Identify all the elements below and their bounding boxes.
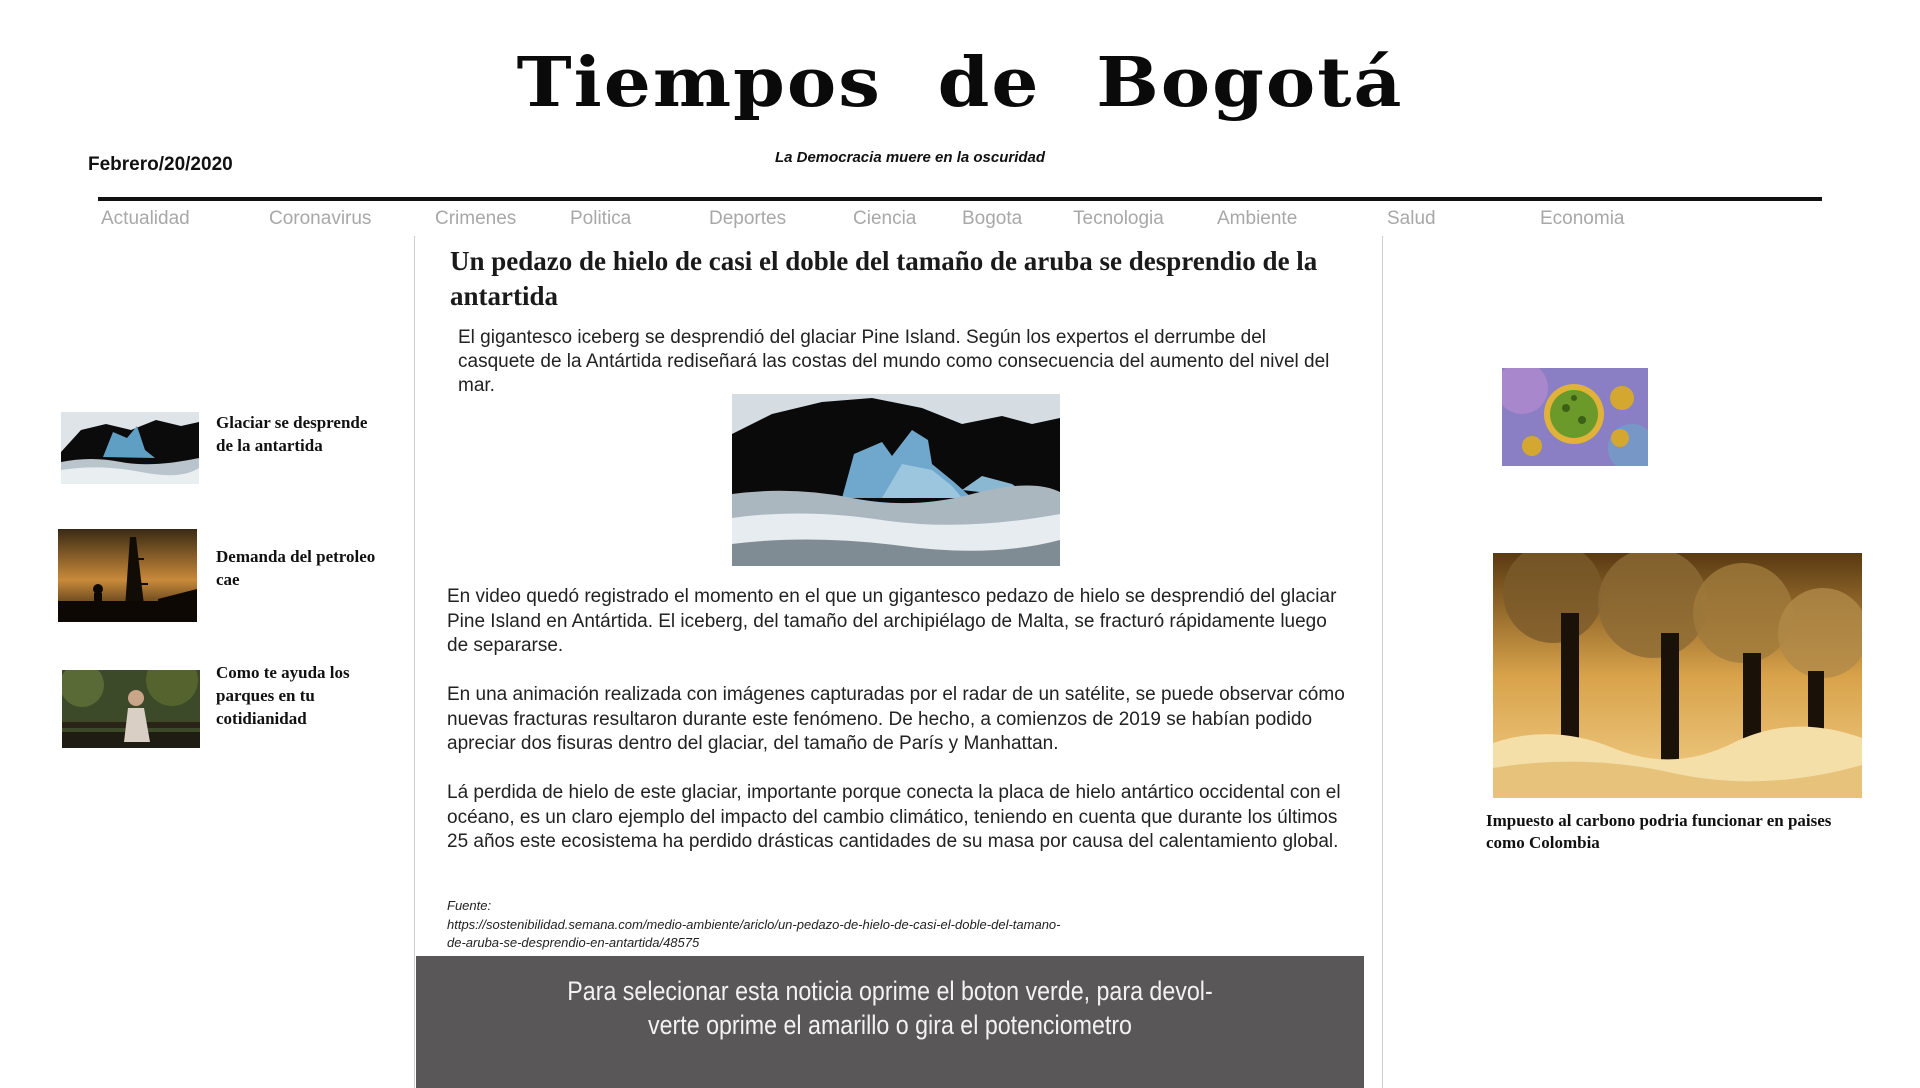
nav-actualidad[interactable]: Actualidad	[101, 208, 190, 230]
sidebar-headline-glacier[interactable]: Glaciar se desprende de la antartida	[216, 411, 376, 457]
article-lead: El gigantesco iceberg se desprendió del …	[458, 327, 1330, 396]
article-headline: Un pedazo de hielo de casi el doble del …	[450, 246, 1318, 311]
oil-rig-thumbnail[interactable]	[58, 529, 197, 622]
nav-tecnologia[interactable]: Tecnologia	[1073, 208, 1164, 230]
article-paragraph: Lá perdida de hielo de este glaciar, imp…	[447, 782, 1341, 852]
smokestacks-image[interactable]	[1493, 553, 1862, 798]
nav-politica[interactable]: Politica	[570, 208, 631, 230]
nav-ciencia[interactable]: Ciencia	[853, 208, 916, 230]
nav-crimenes[interactable]: Crimenes	[435, 208, 516, 230]
sidebar-headline-parks[interactable]: Como te ayuda los parques en tu cotidian…	[216, 661, 386, 730]
masthead-rule	[98, 197, 1822, 201]
nav-coronavirus[interactable]: Coronavirus	[269, 208, 371, 230]
source-label: Fuente:	[447, 898, 492, 913]
source-link[interactable]: https://sostenibilidad.semana.com/medio-…	[447, 916, 1067, 952]
issue-date: Febrero/20/2020	[88, 154, 233, 175]
newspaper-masthead: Tiempos de Bogotá	[516, 43, 1404, 123]
left-column-divider	[414, 236, 415, 1088]
nav-ambiente[interactable]: Ambiente	[1217, 208, 1297, 230]
instruction-line-2: verte oprime el amarillo o gira el poten…	[648, 1010, 1132, 1040]
glacier-thumbnail[interactable]	[61, 412, 199, 484]
right-column-divider	[1382, 236, 1383, 1088]
right-feature-headline[interactable]: Impuesto al carbono podria funcionar en …	[1486, 810, 1836, 854]
instruction-text: Para selecionar esta noticia oprime el b…	[482, 974, 1297, 1042]
article-paragraph: En una animación realizada con imágenes …	[447, 684, 1345, 754]
nav-bogota[interactable]: Bogota	[962, 208, 1022, 230]
article-paragraph: En video quedó registrado el momento en …	[447, 586, 1337, 656]
instruction-line-1: Para selecionar esta noticia oprime el b…	[567, 976, 1213, 1006]
instruction-banner: Para selecionar esta noticia oprime el b…	[416, 956, 1364, 1088]
park-thumbnail[interactable]	[62, 670, 200, 748]
nav-deportes[interactable]: Deportes	[709, 208, 786, 230]
nav-salud[interactable]: Salud	[1387, 208, 1436, 230]
coronavirus-image[interactable]	[1502, 368, 1648, 466]
iceberg-photo	[732, 394, 1060, 566]
nav-economia[interactable]: Economia	[1540, 208, 1625, 230]
sidebar-headline-oil[interactable]: Demanda del petroleo cae	[216, 545, 376, 591]
tagline: La Democracia muere en la oscuridad	[774, 149, 1046, 166]
